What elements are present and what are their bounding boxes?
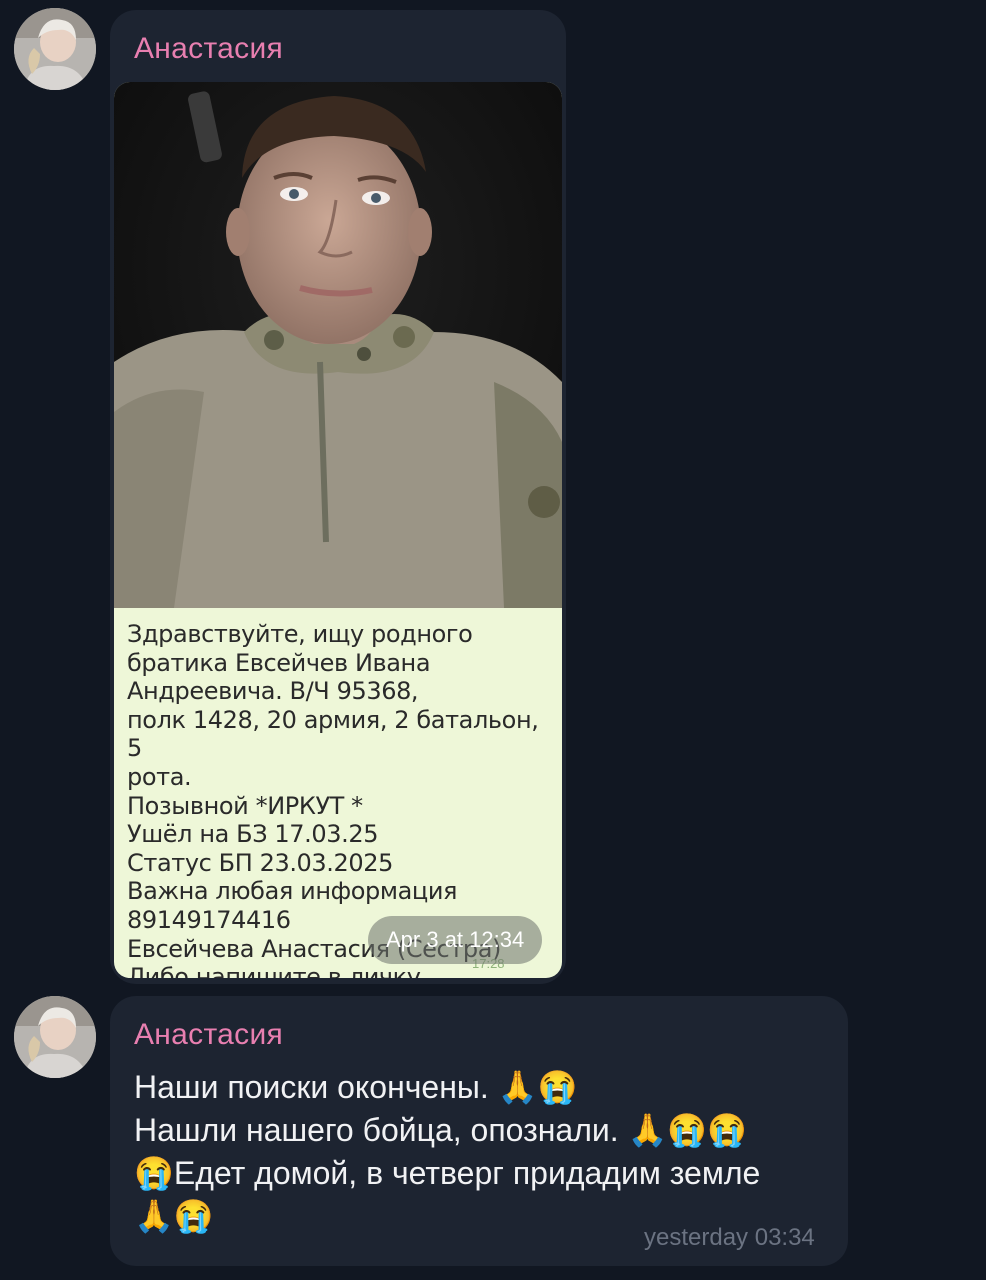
message-text: Наши поиски окончены. 🙏😭 Нашли нашего бо… (134, 1069, 761, 1234)
sender-name[interactable]: Анастасия (134, 32, 283, 66)
message-timestamp: yesterday 03:34 (644, 1224, 815, 1251)
forwarded-screenshot[interactable]: Здравствуйте, ищу родного братика Евсейч… (114, 82, 562, 978)
sender-avatar[interactable] (14, 8, 96, 90)
sender-name[interactable]: Анастасия (134, 1018, 283, 1052)
sender-avatar[interactable] (14, 996, 96, 1078)
message-timestamp: Apr 3 at 12:34 (368, 916, 543, 964)
soldier-photo (114, 82, 562, 608)
